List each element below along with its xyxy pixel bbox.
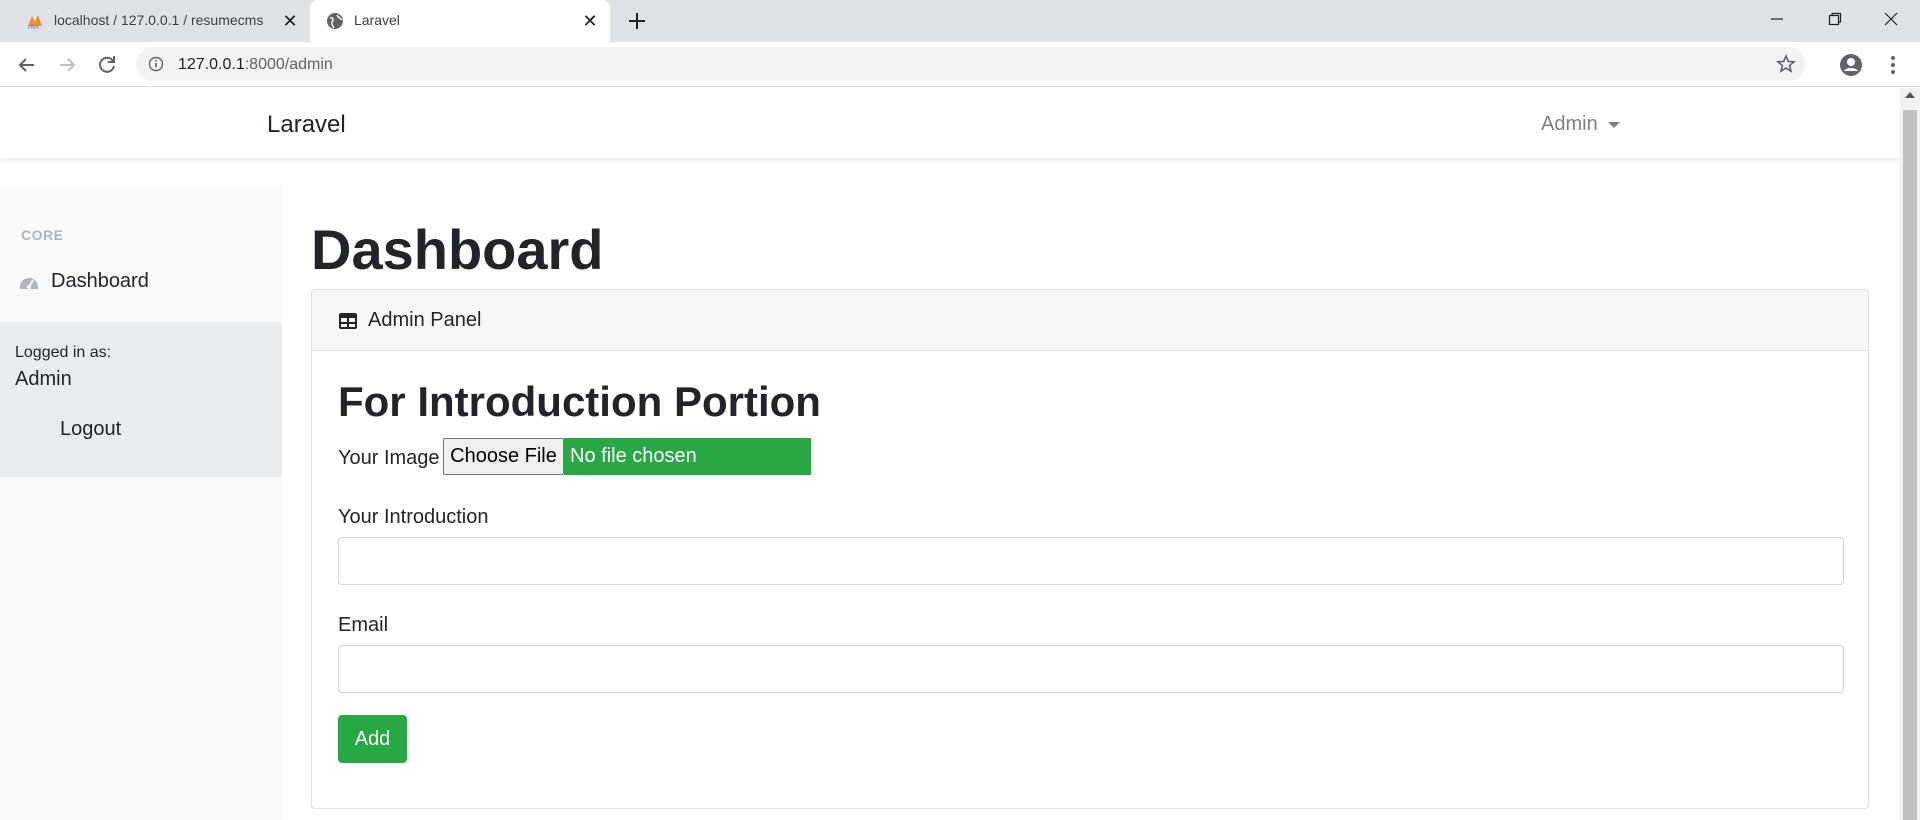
minimize-icon: [1771, 18, 1783, 20]
close-window-button[interactable]: [1862, 0, 1920, 38]
top-navbar: Laravel Admin: [0, 88, 1900, 158]
browser-menu-icon[interactable]: [1880, 52, 1906, 78]
browser-tab-laravel[interactable]: Laravel ✕: [310, 0, 610, 42]
restore-icon: [1828, 12, 1842, 26]
user-dropdown-toggle[interactable]: Admin: [1541, 113, 1620, 136]
browser-toolbar: 127.0.0.1:8000/admin: [0, 42, 1920, 87]
new-tab-icon[interactable]: [624, 8, 650, 34]
sidebar-item-dashboard[interactable]: Dashboard: [19, 270, 149, 293]
logged-in-user: Admin: [15, 368, 72, 390]
page-scrollbar[interactable]: [1900, 88, 1920, 820]
logged-in-label: Logged in as:: [15, 344, 112, 361]
info-icon[interactable]: [148, 56, 164, 72]
browser-tab-strip: PMA localhost / 127.0.0.1 / resumecms ✕ …: [0, 0, 1920, 42]
navbar-brand[interactable]: Laravel: [267, 111, 346, 139]
admin-panel-card: Admin Panel For Introduction Portion You…: [311, 289, 1869, 809]
tab-title: Laravel: [354, 12, 400, 28]
choose-file-button[interactable]: Choose File: [443, 438, 564, 475]
user-dropdown-label: Admin: [1541, 113, 1598, 135]
svg-text:PMA: PMA: [28, 25, 39, 30]
close-icon: [1884, 12, 1898, 26]
section-title: For Introduction Portion: [338, 378, 821, 425]
introduction-label: Your Introduction: [338, 506, 489, 528]
email-input[interactable]: [338, 645, 1844, 693]
profile-avatar-icon[interactable]: [1838, 52, 1864, 78]
minimize-window-button[interactable]: [1748, 0, 1806, 38]
file-status-text: No file chosen: [564, 438, 811, 475]
url-host: 127.0.0.1: [178, 56, 245, 73]
phpmyadmin-icon: PMA: [28, 15, 42, 30]
caret-down-icon: [1607, 121, 1620, 128]
globe-icon: [327, 13, 343, 29]
bookmark-star-icon[interactable]: [1776, 54, 1796, 74]
close-tab-icon[interactable]: ✕: [280, 11, 300, 31]
browser-tab-phpmyadmin[interactable]: PMA localhost / 127.0.0.1 / resumecms ✕: [10, 0, 310, 42]
address-bar[interactable]: 127.0.0.1:8000/admin: [136, 47, 1806, 81]
introduction-input[interactable]: [338, 537, 1844, 585]
table-icon: [339, 313, 357, 329]
reload-icon[interactable]: [94, 52, 120, 78]
tab-title: localhost / 127.0.0.1 / resumecms: [54, 12, 264, 28]
restore-window-button[interactable]: [1806, 0, 1864, 38]
image-label: Your Image: [338, 447, 440, 469]
scrollbar-thumb[interactable]: [1903, 110, 1917, 820]
sidebar-heading: CORE: [21, 227, 64, 243]
scroll-up-arrow-icon[interactable]: [1905, 92, 1915, 98]
url-path: :8000/admin: [244, 56, 333, 73]
close-tab-icon[interactable]: ✕: [580, 11, 600, 31]
add-button[interactable]: Add: [338, 715, 407, 763]
page-title: Dashboard: [311, 218, 604, 281]
card-title: Admin Panel: [368, 309, 482, 331]
sidebar: CORE Dashboard Logged in as: Admin Logou…: [0, 188, 282, 820]
sidebar-footer: Logged in as: Admin Logout: [0, 322, 282, 477]
forward-arrow-icon[interactable]: [54, 52, 80, 78]
logout-link[interactable]: Logout: [60, 418, 121, 441]
back-arrow-icon[interactable]: [14, 52, 40, 78]
tachometer-icon: [20, 277, 38, 289]
sidebar-item-label: Dashboard: [51, 270, 149, 292]
card-header: Admin Panel: [312, 290, 1868, 351]
page-viewport: Laravel Admin CORE Dashboard Logged in a…: [0, 88, 1900, 820]
email-label: Email: [338, 614, 389, 636]
url-text: 127.0.0.1:8000/admin: [178, 56, 333, 74]
